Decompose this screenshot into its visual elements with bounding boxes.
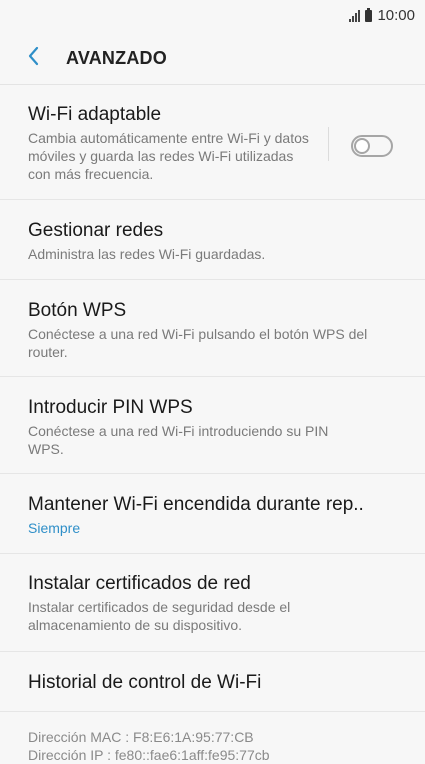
setting-description: Conéctese a una red Wi-Fi introduciendo … xyxy=(28,423,329,457)
setting-description: Instalar certificados de seguridad desde… xyxy=(28,599,291,633)
setting-pin-wps[interactable]: Introducir PIN WPS Conéctese a una red W… xyxy=(0,377,425,474)
setting-title: Instalar certificados de red xyxy=(28,573,251,594)
setting-title: Botón WPS xyxy=(28,300,127,321)
settings-list: Wi-Fi adaptable Cambia automáticamente e… xyxy=(0,85,425,712)
status-icons: 10:00 xyxy=(349,7,415,24)
divider xyxy=(328,127,329,161)
setting-description: Administra las redes Wi-Fi guardadas. xyxy=(28,246,266,262)
setting-wifi-adaptable[interactable]: Wi-Fi adaptable Cambia automáticamente e… xyxy=(0,85,425,200)
signal-icon xyxy=(349,9,361,22)
setting-title: Wi-Fi adaptable xyxy=(28,104,162,125)
setting-value: Siempre xyxy=(28,520,81,536)
setting-mantener-wifi[interactable]: Mantener Wi-Fi encendida durante rep.. S… xyxy=(0,474,425,554)
setting-title: Gestionar redes xyxy=(28,220,164,241)
page-title: AVANZADO xyxy=(66,48,167,68)
setting-title: Mantener Wi-Fi encendida durante rep.. xyxy=(28,494,364,515)
ip-address: Dirección IP : fe80::fae6:1aff:fe95:77cb xyxy=(28,747,270,763)
status-bar: 10:00 xyxy=(0,0,425,32)
setting-historial-control[interactable]: Historial de control de Wi-Fi xyxy=(0,652,425,712)
status-time: 10:00 xyxy=(377,7,415,24)
setting-title: Historial de control de Wi-Fi xyxy=(28,672,262,693)
app-bar: AVANZADO xyxy=(0,32,425,85)
setting-gestionar-redes[interactable]: Gestionar redes Administra las redes Wi-… xyxy=(0,200,425,280)
mac-address: Dirección MAC : F8:E6:1A:95:77:CB xyxy=(28,729,254,745)
setting-instalar-certificados[interactable]: Instalar certificados de red Instalar ce… xyxy=(0,554,425,652)
setting-description: Conéctese a una red Wi-Fi pulsando el bo… xyxy=(28,326,368,360)
setting-title: Introducir PIN WPS xyxy=(28,397,193,418)
setting-boton-wps[interactable]: Botón WPS Conéctese a una red Wi-Fi puls… xyxy=(0,280,425,377)
network-info: Dirección MAC : F8:E6:1A:95:77:CB Direcc… xyxy=(28,728,270,764)
back-button[interactable] xyxy=(22,44,46,68)
setting-description: Cambia automáticamente entre Wi-Fi y dat… xyxy=(28,130,309,182)
wifi-adaptable-toggle[interactable] xyxy=(351,135,393,157)
battery-icon xyxy=(365,7,373,22)
chevron-left-icon xyxy=(28,46,39,66)
toggle-knob xyxy=(354,138,370,154)
